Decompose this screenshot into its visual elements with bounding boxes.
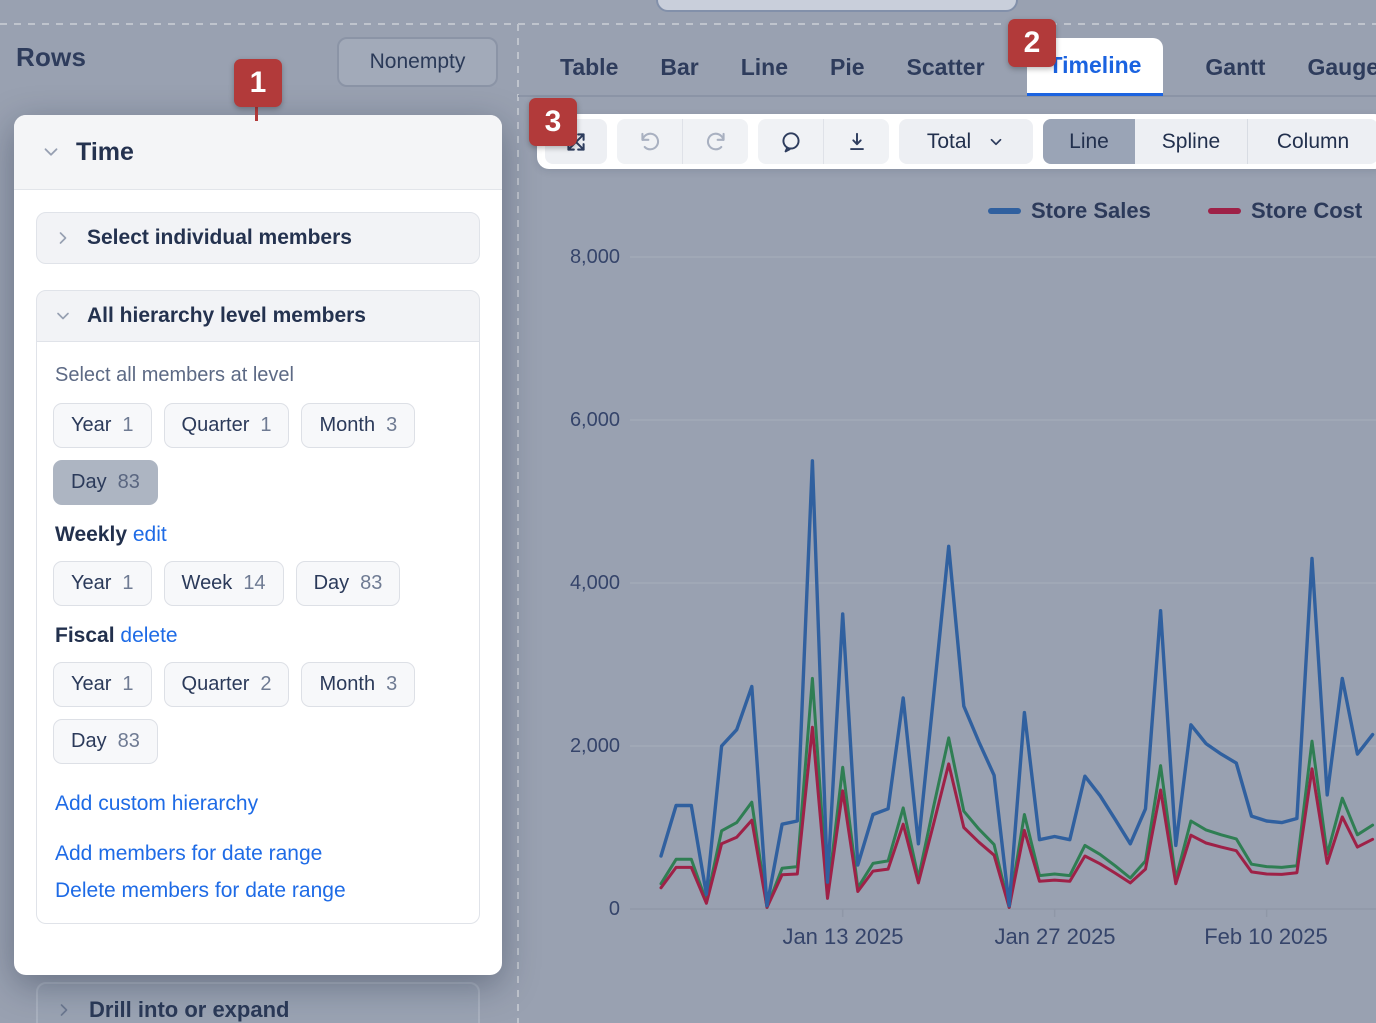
fiscal-hierarchy-heading: Fiscal delete [55, 624, 463, 648]
all-hierarchy-level-members-section[interactable]: All hierarchy level members [36, 290, 480, 342]
chart-type-tab-bar: Table Bar Line Pie Scatter Timeline Gant… [518, 38, 1376, 96]
chart-toolbar: Total Line Spline Column [537, 114, 1376, 169]
add-custom-hierarchy-link[interactable]: Add custom hierarchy [55, 792, 463, 816]
weekly-hierarchy-levels: Year 1 Week 14 Day 83 [53, 561, 463, 606]
level-chip-year[interactable]: Year 1 [53, 662, 152, 707]
tab-bar[interactable]: Bar [660, 54, 698, 81]
tutorial-badge-2: 2 [1008, 19, 1056, 67]
redo-button[interactable] [683, 119, 748, 164]
download-icon [844, 129, 870, 155]
tutorial-badge-3: 3 [529, 98, 577, 146]
chevron-right-icon [53, 228, 73, 248]
level-chip-day[interactable]: Day 83 [296, 561, 401, 606]
mode-column-button[interactable]: Column [1248, 119, 1376, 164]
level-chip-year[interactable]: Year 1 [53, 403, 152, 448]
comment-download-group [758, 119, 889, 164]
section-label: All hierarchy level members [87, 304, 366, 328]
select-individual-members-section[interactable]: Select individual members [36, 212, 480, 264]
level-chip-year[interactable]: Year 1 [53, 561, 152, 606]
tab-gauge[interactable]: Gauge [1307, 54, 1376, 81]
mode-line-button-selected[interactable]: Line [1043, 119, 1135, 164]
level-chip-quarter[interactable]: Quarter 1 [164, 403, 290, 448]
undo-redo-group [617, 119, 748, 164]
time-popup-header[interactable]: Time [14, 115, 502, 190]
undo-icon [637, 129, 663, 155]
aggregation-dropdown[interactable]: Total [899, 119, 1033, 164]
fiscal-delete-link[interactable]: delete [120, 624, 177, 647]
comment-icon [778, 129, 804, 155]
redo-icon [703, 129, 729, 155]
time-hierarchy-popup: Time Select individual members All hiera… [14, 115, 502, 975]
level-chip-month[interactable]: Month 3 [301, 403, 415, 448]
tab-table[interactable]: Table [560, 54, 618, 81]
tab-line[interactable]: Line [741, 54, 788, 81]
undo-button[interactable] [617, 119, 682, 164]
badge-1-pointer [255, 105, 258, 121]
level-chip-month[interactable]: Month 3 [301, 662, 415, 707]
chevron-right-icon [54, 1000, 74, 1020]
tab-gantt[interactable]: Gantt [1205, 54, 1265, 81]
default-hierarchy-levels: Year 1 Quarter 1 Month 3 Day [53, 403, 463, 505]
tab-scatter[interactable]: Scatter [907, 54, 985, 81]
weekly-edit-link[interactable]: edit [133, 523, 167, 546]
download-button[interactable] [824, 119, 889, 164]
tab-pie[interactable]: Pie [830, 54, 865, 81]
chevron-down-icon [40, 141, 62, 163]
delete-members-for-date-range-link[interactable]: Delete members for date range [55, 879, 463, 903]
chevron-down-icon [53, 306, 73, 326]
level-chip-day[interactable]: Day 83 [53, 719, 158, 764]
select-all-members-hint: Select all members at level [55, 364, 463, 387]
level-chip-day-selected[interactable]: Day 83 [53, 460, 158, 505]
level-chip-week[interactable]: Week 14 [164, 561, 284, 606]
level-chip-quarter[interactable]: Quarter 2 [164, 662, 290, 707]
tutorial-badge-1: 1 [234, 59, 282, 107]
weekly-hierarchy-heading: Weekly edit [55, 523, 463, 547]
app-screen: Rows Nonempty 8,000 6,000 4,000 2,000 0 … [0, 0, 1376, 1023]
fiscal-hierarchy-levels: Year 1 Quarter 2 Month 3 Day [53, 662, 463, 764]
section-label: Drill into or expand [89, 997, 289, 1023]
section-label: Select individual members [87, 226, 352, 250]
mode-spline-button[interactable]: Spline [1135, 119, 1247, 164]
aggregation-dropdown-value: Total [927, 130, 971, 154]
chart-mode-segmented-control: Line Spline Column [1043, 119, 1376, 164]
add-members-for-date-range-link[interactable]: Add members for date range [55, 842, 463, 866]
time-popup-title: Time [76, 138, 134, 167]
drill-into-or-expand-section[interactable]: Drill into or expand [36, 982, 480, 1023]
chevron-down-icon [987, 133, 1005, 151]
comment-button[interactable] [758, 119, 823, 164]
all-hierarchy-level-members-card: All hierarchy level members Select all m… [36, 290, 480, 924]
